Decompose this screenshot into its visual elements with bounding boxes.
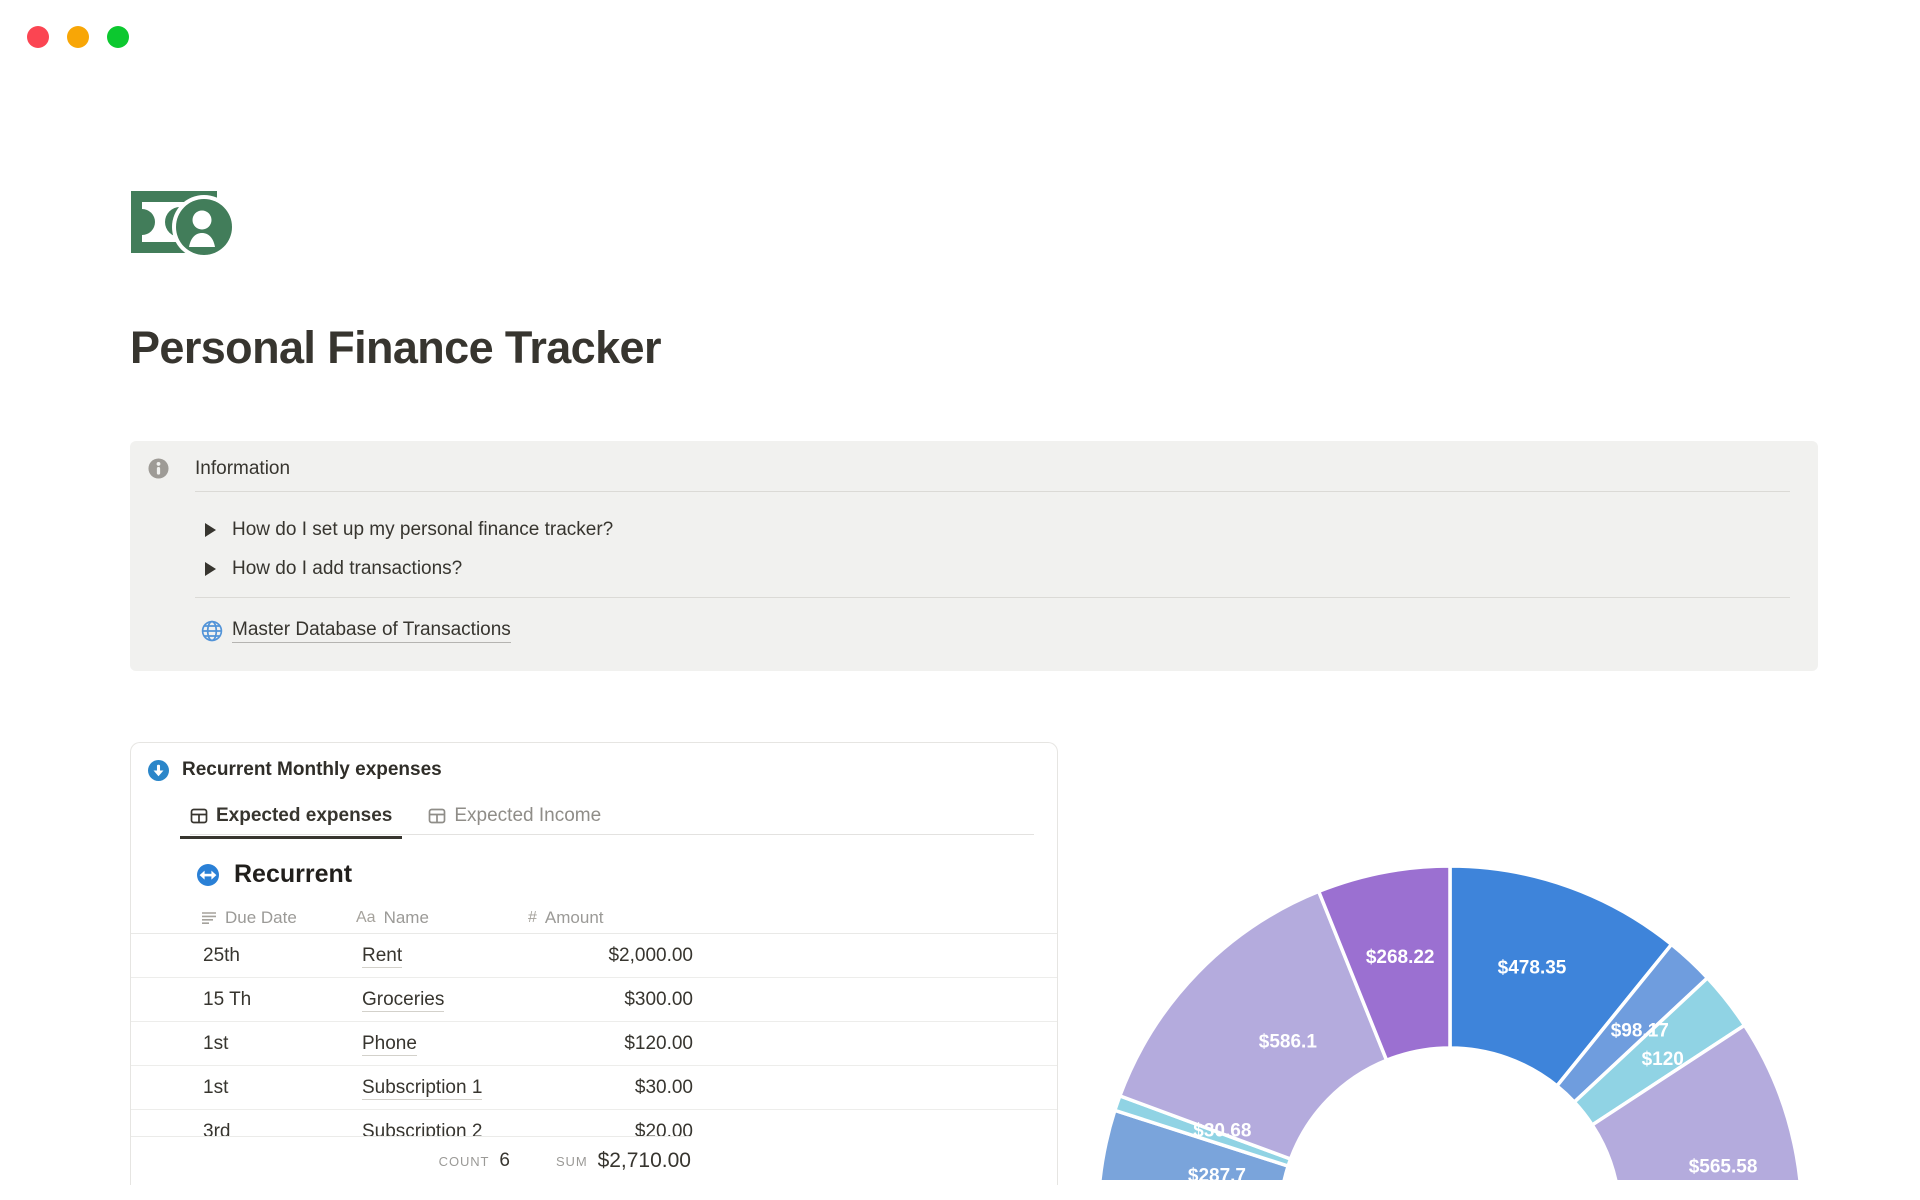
toggle-setup-question[interactable]: How do I set up my personal finance trac… xyxy=(205,515,1790,545)
toggle-label[interactable]: How do I set up my personal finance trac… xyxy=(232,519,613,541)
segment-label: $586.1 xyxy=(1259,1032,1318,1053)
segment-label: $565.58 xyxy=(1689,1156,1758,1177)
segment-label: $478.35 xyxy=(1498,958,1567,979)
circle-left-right-arrow-icon xyxy=(197,863,219,886)
circle-down-arrow-icon xyxy=(148,759,169,781)
cell-name[interactable]: Subscription 1 xyxy=(362,1066,483,1110)
segment-label: $120 xyxy=(1642,1049,1684,1070)
cell-due-date[interactable]: 15 Th xyxy=(203,978,251,1022)
expenses-donut-chart: $478.35 $98.17 $120 $565.58 $287.7 $30.68 $586… xyxy=(1056,860,1866,1180)
recurrent-section-header: Recurrent xyxy=(197,860,352,889)
close-window-button[interactable] xyxy=(27,26,49,48)
cell-due-date[interactable]: 1st xyxy=(203,1066,228,1110)
toggle-label[interactable]: How do I add transactions? xyxy=(232,558,462,580)
callout-title: Information xyxy=(195,458,291,479)
info-icon xyxy=(148,458,169,479)
column-header-amount[interactable]: # Amount xyxy=(528,903,604,933)
select-property-icon xyxy=(202,912,216,924)
zoom-window-button[interactable] xyxy=(107,26,129,48)
tabs-underline xyxy=(190,834,1034,835)
table-calc-footer: COUNT 6 SUM $2,710.00 xyxy=(131,1136,691,1185)
cell-amount[interactable]: $30.00 xyxy=(493,1066,693,1110)
money-banknote-icon[interactable] xyxy=(131,187,233,259)
number-property-icon: # xyxy=(528,909,537,926)
tab-label[interactable]: Expected expenses xyxy=(216,805,392,827)
card-title: Recurrent Monthly expenses xyxy=(182,759,442,780)
cell-due-date[interactable]: 1st xyxy=(203,1022,228,1066)
cell-amount[interactable]: $20.00 xyxy=(493,1110,693,1136)
table-row[interactable]: 25th Rent $2,000.00 xyxy=(131,934,1057,978)
table-row[interactable]: 15 Th Groceries $300.00 xyxy=(131,978,1057,1022)
cell-name[interactable]: Subscription 2 xyxy=(362,1110,483,1136)
recurrent-expenses-card: Recurrent Monthly expenses Expected expe… xyxy=(130,742,1058,1185)
count-label[interactable]: COUNT xyxy=(439,1154,490,1169)
column-header-name[interactable]: Aa Name xyxy=(356,903,429,933)
toggle-triangle-icon[interactable] xyxy=(205,562,216,576)
cell-due-date[interactable]: 3rd xyxy=(203,1110,230,1136)
cell-due-date[interactable]: 25th xyxy=(203,934,240,978)
globe-icon xyxy=(201,620,223,642)
column-header-due-date[interactable]: Due Date xyxy=(201,903,297,933)
cell-name[interactable]: Phone xyxy=(362,1022,417,1066)
cell-name[interactable]: Rent xyxy=(362,934,403,978)
toggle-triangle-icon[interactable] xyxy=(205,523,216,537)
master-database-link-row[interactable]: Master Database of Transactions xyxy=(200,616,511,646)
cell-amount[interactable]: $300.00 xyxy=(493,978,693,1022)
title-property-icon: Aa xyxy=(356,909,376,926)
tab-label[interactable]: Expected Income xyxy=(454,805,601,827)
information-callout: Information How do I set up my personal … xyxy=(130,441,1818,671)
toggle-add-transactions-question[interactable]: How do I add transactions? xyxy=(205,554,1790,584)
column-label[interactable]: Amount xyxy=(545,908,604,928)
table-column-headers: Due Date Aa Name # Amount xyxy=(131,903,1057,933)
donut-chart-svg[interactable]: $478.35 $98.17 $120 $565.58 $287.7 $30.68 $586… xyxy=(1056,860,1866,1180)
cell-name[interactable]: Groceries xyxy=(362,978,445,1022)
column-label[interactable]: Name xyxy=(384,908,429,928)
notion-window: Personal Finance Tracker Information How… xyxy=(0,0,1920,1200)
table-icon xyxy=(190,808,208,824)
master-database-link[interactable]: Master Database of Transactions xyxy=(232,619,511,643)
segment-label: $30.68 xyxy=(1193,1121,1251,1142)
table-rows: 25th Rent $2,000.00 15 Th Groceries $300… xyxy=(131,933,1057,1136)
cell-amount[interactable]: $120.00 xyxy=(493,1022,693,1066)
tab-expected-income[interactable]: Expected Income xyxy=(418,799,611,839)
count-value[interactable]: 6 xyxy=(499,1150,510,1172)
segment-label: $287.7 xyxy=(1188,1165,1246,1180)
segment-label: $98.17 xyxy=(1611,1021,1669,1042)
table-row[interactable]: 3rd Subscription 2 $20.00 xyxy=(131,1110,1057,1136)
divider xyxy=(195,491,1790,492)
minimize-window-button[interactable] xyxy=(67,26,89,48)
tab-expected-expenses[interactable]: Expected expenses xyxy=(180,799,403,839)
table-row[interactable]: 1st Phone $120.00 xyxy=(131,1022,1057,1066)
sum-value[interactable]: $2,710.00 xyxy=(598,1149,691,1173)
column-label[interactable]: Due Date xyxy=(225,908,297,928)
view-tabs: Expected expenses Expected Income xyxy=(180,799,611,839)
table-icon xyxy=(429,808,446,824)
section-title: Recurrent xyxy=(234,860,353,888)
page-title[interactable]: Personal Finance Tracker xyxy=(130,322,661,374)
segment-label: $268.22 xyxy=(1366,947,1435,968)
card-header: Recurrent Monthly expenses xyxy=(148,759,442,781)
sum-label[interactable]: SUM xyxy=(556,1154,588,1169)
divider xyxy=(195,597,1790,598)
cell-amount[interactable]: $2,000.00 xyxy=(493,934,693,978)
table-row[interactable]: 1st Subscription 1 $30.00 xyxy=(131,1066,1057,1110)
